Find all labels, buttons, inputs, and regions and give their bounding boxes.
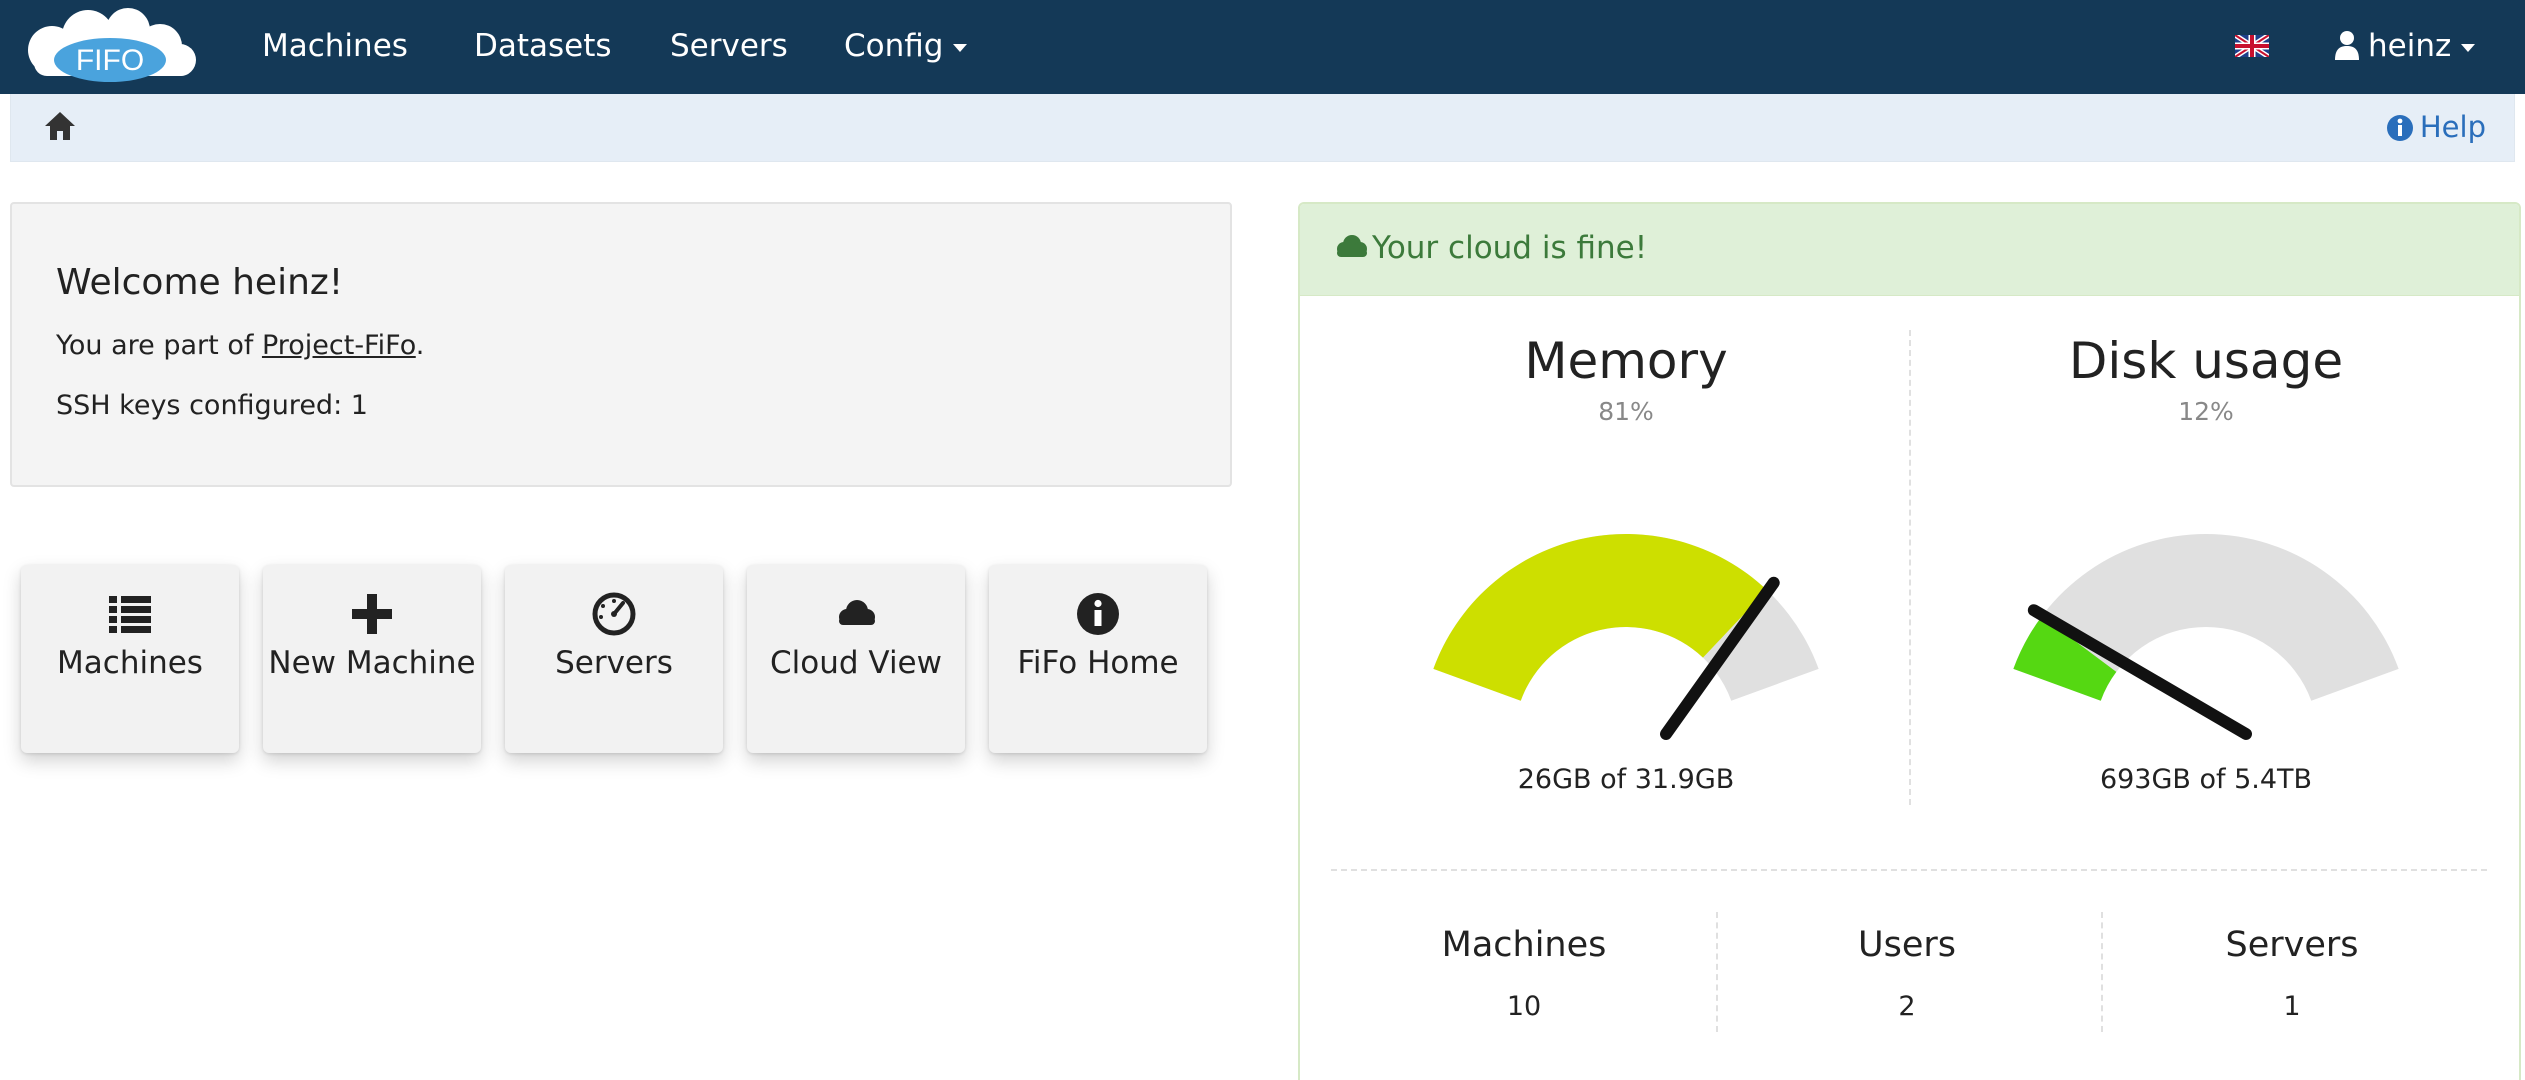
gauge-percent: 12%	[2178, 397, 2234, 426]
user-name: heinz	[2368, 28, 2452, 64]
tile-fifo-home[interactable]: FiFo Home	[989, 565, 1207, 753]
uk-flag-icon[interactable]	[2235, 35, 2269, 57]
stat-label: Machines	[1441, 925, 1607, 965]
list-icon	[109, 596, 151, 633]
stat-users: Users 2	[1717, 925, 2097, 1022]
navbar: FIFO Machines Datasets Servers Config he…	[0, 0, 2525, 94]
status-heading: Your cloud is fine!	[1300, 204, 2519, 296]
stat-value: 1	[2283, 991, 2301, 1022]
disk-gauge: Disk usage 12% 693GB of 5.4TB	[1926, 324, 2486, 804]
org-prefix: You are part of	[56, 330, 262, 361]
tile-label: FiFo Home	[1017, 645, 1179, 681]
tile-machines[interactable]: Machines	[21, 565, 239, 753]
memory-gauge-dial	[1433, 534, 1819, 740]
tile-new-machine[interactable]: New Machine	[263, 565, 481, 753]
tile-label: New Machine	[268, 645, 476, 681]
tile-cloud-view[interactable]: Cloud View	[747, 565, 965, 753]
nav-servers[interactable]: Servers	[670, 22, 788, 70]
stat-value: 2	[1898, 991, 1916, 1022]
nav-machines[interactable]: Machines	[262, 22, 408, 70]
org-link[interactable]: Project-FiFo	[262, 330, 416, 361]
chevron-down-icon	[953, 43, 968, 52]
status-message: Your cloud is fine!	[1372, 230, 1648, 266]
gauge-title: Memory	[1524, 332, 1728, 390]
stat-machines: Machines 10	[1334, 925, 1714, 1022]
ssh-keys-count: SSH keys configured: 1	[56, 390, 368, 421]
help-label: Help	[2419, 110, 2486, 144]
chevron-down-icon	[2461, 43, 2476, 52]
logo-text: FIFO	[76, 44, 144, 77]
gauge-caption: 26GB of 31.9GB	[1517, 764, 1735, 795]
user-menu[interactable]: heinz	[2334, 22, 2476, 70]
nav-datasets[interactable]: Datasets	[474, 22, 612, 70]
breadcrumb: Help	[10, 94, 2515, 162]
tile-label: Machines	[57, 645, 203, 681]
info-icon	[1077, 593, 1119, 635]
cloud-icon	[839, 600, 875, 625]
gauge-caption: 693GB of 5.4TB	[2099, 764, 2313, 795]
stat-servers: Servers 1	[2102, 925, 2482, 1022]
plus-icon	[352, 594, 392, 634]
stat-label: Servers	[2225, 925, 2359, 965]
home-icon[interactable]	[43, 110, 77, 142]
memory-gauge: Memory 81% 26GB of 31.9GB	[1346, 324, 1906, 804]
dashboard-icon	[592, 592, 636, 636]
tile-label: Servers	[555, 645, 673, 681]
welcome-panel: Welcome heinz! You are part of Project-F…	[10, 202, 1232, 487]
info-icon	[2386, 115, 2413, 141]
fifo-logo[interactable]: FIFO	[10, 4, 205, 86]
stat-value: 10	[1506, 991, 1542, 1022]
user-icon	[2335, 31, 2359, 60]
tile-label: Cloud View	[770, 645, 942, 681]
gauge-percent: 81%	[1598, 397, 1654, 426]
help-link[interactable]: Help	[2386, 107, 2486, 147]
gauge-title: Disk usage	[2068, 332, 2344, 390]
gauge-fill	[1433, 534, 1767, 701]
disk-gauge-dial	[2013, 534, 2399, 740]
welcome-title: Welcome heinz!	[56, 262, 344, 303]
org-membership: You are part of Project-FiFo.	[56, 330, 424, 361]
nav-config[interactable]: Config	[844, 22, 968, 70]
tile-servers[interactable]: Servers	[505, 565, 723, 753]
nav-config-label: Config	[844, 28, 944, 64]
divider	[1909, 330, 1911, 805]
cloud-icon	[1337, 235, 1367, 257]
stat-label: Users	[1857, 925, 1956, 965]
divider	[1331, 869, 2487, 871]
org-suffix: .	[415, 330, 425, 361]
